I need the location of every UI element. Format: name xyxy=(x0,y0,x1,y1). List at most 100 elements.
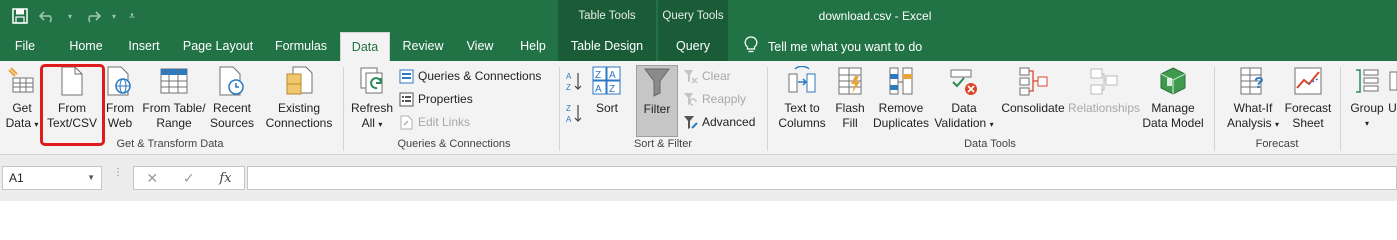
group-label-data-tools: Data Tools xyxy=(964,138,1016,150)
chevron-down-icon: ▾ xyxy=(1364,119,1369,128)
svg-text:A: A xyxy=(595,84,602,95)
data-ribbon: Get Data ▾ From Text/CSV From Web From T… xyxy=(0,61,1397,155)
tab-file[interactable]: File xyxy=(4,32,46,61)
redo-dropdown-icon[interactable]: ▾ xyxy=(110,6,118,26)
insert-function-icon[interactable]: fx xyxy=(219,171,231,186)
recent-sources-button[interactable]: Recent Sources xyxy=(208,65,256,137)
flash-fill-icon xyxy=(834,65,866,97)
properties-button[interactable]: Properties xyxy=(398,89,473,109)
tab-data[interactable]: Data xyxy=(340,32,390,61)
manage-data-model-label-1: Manage xyxy=(1151,101,1195,115)
refresh-all-label-1: Refresh xyxy=(350,101,394,115)
forecast-sheet-label-2: Sheet xyxy=(1292,116,1324,130)
group-button[interactable]: Group ▾ xyxy=(1348,65,1386,137)
consolidate-label: Consolidate xyxy=(1001,101,1065,115)
sort-ascending-icon: AZ xyxy=(564,69,584,93)
tab-help[interactable]: Help xyxy=(510,32,556,61)
tab-table-design[interactable]: Table Design xyxy=(558,32,656,61)
formula-bar-grip-icon[interactable]: ⋮ xyxy=(113,168,123,184)
formula-input[interactable] xyxy=(247,166,1397,190)
get-data-label-1: Get xyxy=(12,101,32,115)
flash-fill-button[interactable]: Flash Fill xyxy=(832,65,868,137)
svg-text:A: A xyxy=(566,72,572,81)
forecast-sheet-button[interactable]: Forecast Sheet xyxy=(1284,65,1332,137)
from-web-label-2: Web xyxy=(107,116,133,130)
manage-data-model-button[interactable]: Manage Data Model xyxy=(1140,65,1206,137)
tab-home[interactable]: Home xyxy=(60,32,112,61)
undo-icon[interactable] xyxy=(38,6,58,26)
from-web-button[interactable]: From Web xyxy=(102,65,138,137)
data-validation-button[interactable]: Data Validation ▾ xyxy=(932,65,996,137)
what-if-analysis-button[interactable]: ? What-If Analysis ▾ xyxy=(1222,65,1284,137)
redo-icon[interactable] xyxy=(82,6,102,26)
tab-review[interactable]: Review xyxy=(396,32,450,61)
refresh-all-label-2: All xyxy=(361,116,375,130)
customize-qat-icon[interactable]: ⩡ xyxy=(126,6,138,26)
sort-a-to-z-button[interactable]: AZ xyxy=(564,69,584,93)
manage-data-model-label-2: Data Model xyxy=(1142,116,1204,130)
filter-funnel-icon xyxy=(641,66,673,98)
flash-fill-label-2: Fill xyxy=(842,116,858,130)
sort-icon: ZAAZ xyxy=(591,65,623,97)
remove-duplicates-label-2: Duplicates xyxy=(872,116,930,130)
what-if-label-2: Analysis xyxy=(1226,116,1272,130)
reapply-label: Reapply xyxy=(702,92,747,106)
filter-button[interactable]: Filter xyxy=(636,65,678,137)
chevron-down-icon[interactable]: ▼ xyxy=(87,167,95,189)
text-to-columns-button[interactable]: Text to Columns xyxy=(774,65,830,137)
flash-fill-label-1: Flash xyxy=(835,101,865,115)
from-table-label-1: From Table/ xyxy=(142,101,206,115)
text-to-columns-icon xyxy=(786,65,818,97)
tab-view[interactable]: View xyxy=(456,32,504,61)
text-to-columns-label-1: Text to xyxy=(784,101,820,115)
name-box-value: A1 xyxy=(9,171,24,185)
relationships-label: Relationships xyxy=(1067,101,1141,115)
reapply-button[interactable]: Reapply xyxy=(682,89,746,109)
cancel-icon[interactable]: ✕ xyxy=(146,170,158,187)
svg-text:Z: Z xyxy=(609,84,615,95)
consolidate-button[interactable]: Consolidate xyxy=(1000,65,1066,137)
sort-button[interactable]: ZAAZ Sort xyxy=(590,65,624,137)
ungroup-button[interactable]: U xyxy=(1388,65,1397,137)
undo-dropdown-icon[interactable]: ▾ xyxy=(66,6,74,26)
existing-connections-button[interactable]: Existing Connections xyxy=(262,65,336,137)
from-table-label-2: Range xyxy=(156,116,192,130)
name-box[interactable]: A1 ▼ xyxy=(2,166,102,190)
enter-check-icon[interactable]: ✓ xyxy=(183,170,195,187)
queries-connections-button[interactable]: Queries & Connections xyxy=(398,66,541,86)
tab-formulas[interactable]: Formulas xyxy=(266,32,336,61)
relationships-button[interactable]: Relationships xyxy=(1068,65,1140,137)
text-to-columns-label-2: Columns xyxy=(778,116,826,130)
remove-duplicates-button[interactable]: Remove Duplicates xyxy=(872,65,930,137)
svg-text:A: A xyxy=(609,70,616,81)
document-title: download.csv - Excel xyxy=(818,9,932,23)
sort-label: Sort xyxy=(595,101,618,115)
edit-links-label: Edit Links xyxy=(418,115,471,129)
remove-duplicates-icon xyxy=(885,65,917,97)
forecast-sheet-icon xyxy=(1292,65,1324,97)
chevron-down-icon: ▾ xyxy=(989,120,994,129)
edit-links-button[interactable]: Edit Links xyxy=(398,112,470,132)
title-bar: ▾ ▾ ⩡ Table Tools Query Tools download.c… xyxy=(0,0,1397,32)
svg-text:Z: Z xyxy=(595,70,601,81)
clear-button[interactable]: Clear xyxy=(682,66,731,86)
from-table-range-button[interactable]: From Table/ Range xyxy=(140,65,208,137)
consolidate-icon xyxy=(1017,65,1049,97)
tab-query[interactable]: Query xyxy=(658,32,728,61)
tab-page-layout[interactable]: Page Layout xyxy=(176,32,260,61)
tab-insert[interactable]: Insert xyxy=(118,32,170,61)
refresh-all-button[interactable]: Refresh All ▾ xyxy=(350,65,394,137)
tell-me-box[interactable]: Tell me what you want to do xyxy=(744,32,922,61)
properties-label: Properties xyxy=(418,92,473,106)
data-validation-label-2: Validation xyxy=(934,116,987,130)
data-validation-icon xyxy=(948,65,980,97)
ribbon-tab-bar: File Home Insert Page Layout Formulas Da… xyxy=(0,32,1397,61)
advanced-button[interactable]: Advanced xyxy=(682,112,755,132)
sort-z-to-a-button[interactable]: ZA xyxy=(564,101,584,125)
get-data-button[interactable]: Get Data ▾ xyxy=(4,65,40,137)
save-icon[interactable] xyxy=(10,6,30,26)
context-table-tools: Table Tools xyxy=(558,0,656,32)
group-label-forecast: Forecast xyxy=(1255,138,1299,150)
lightbulb-icon xyxy=(744,36,758,57)
sort-descending-icon: ZA xyxy=(564,101,584,125)
